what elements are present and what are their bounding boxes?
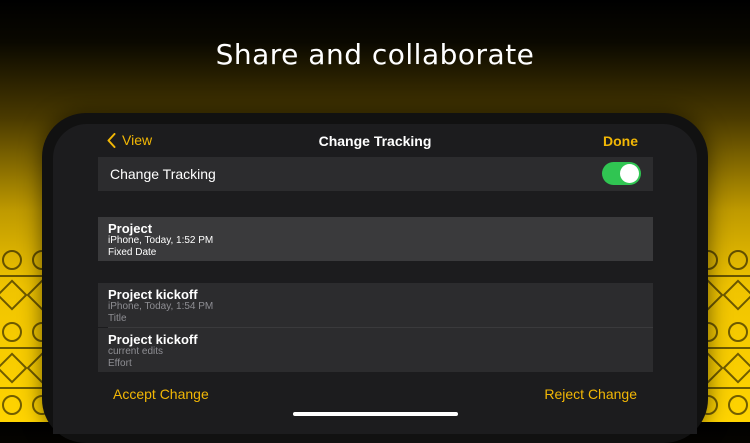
bottom-toolbar: Accept Change Reject Change (53, 381, 697, 434)
switch-knob (620, 164, 639, 183)
change-item-subtitle: iPhone, Today, 1:54 PM (108, 301, 214, 312)
change-item[interactable]: Project kickoff iPhone, Today, 1:54 PM T… (98, 283, 653, 327)
change-item-title: Project (108, 221, 153, 236)
headline: Share and collaborate (215, 38, 535, 71)
change-item-title: Project kickoff (108, 332, 198, 347)
change-item-subtitle: iPhone, Today, 1:52 PM (108, 235, 214, 246)
change-tracking-label: Change Tracking (110, 166, 216, 182)
app-screen: View Change Tracking Done Change Trackin… (53, 124, 697, 434)
reject-change-button[interactable]: Reject Change (544, 386, 637, 402)
change-item-subtitle: current edits (108, 346, 164, 357)
home-indicator (293, 412, 458, 416)
change-item-selected[interactable]: Project iPhone, Today, 1:52 PM Fixed Dat… (98, 217, 653, 261)
change-item-field: Title (108, 313, 127, 324)
page-title: Change Tracking (318, 133, 432, 149)
navigation-bar: View Change Tracking Done (53, 124, 697, 158)
change-item-field: Effort (108, 358, 132, 369)
done-button[interactable]: Done (603, 133, 638, 149)
change-item-field: Fixed Date (108, 247, 157, 258)
accept-change-button[interactable]: Accept Change (113, 386, 209, 402)
change-item-title: Project kickoff (108, 287, 198, 302)
change-item[interactable]: Project kickoff current edits Effort (98, 328, 653, 372)
change-tracking-switch[interactable] (602, 162, 641, 185)
change-tracking-row: Change Tracking (98, 157, 653, 191)
